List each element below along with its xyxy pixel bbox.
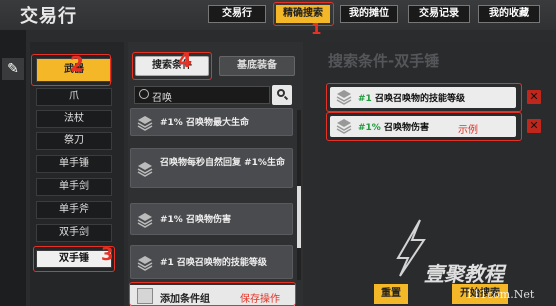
annotation-number-3: 3 [101,244,114,265]
result-item[interactable]: #1% 召唤物最大生命 [130,108,293,136]
search-input-value: 召唤 [152,93,172,104]
stack-icon [137,255,153,271]
watermark-url: 111com.Net [466,288,535,301]
delete-condition-button[interactable]: ✕ [527,90,541,104]
window-title: 交易行 [20,6,77,27]
annotation-number-4: 4 [178,48,192,72]
result-item-text: #1 召唤召唤物的技能等级 [160,258,267,268]
watermark-brand: 壹聚教程 [424,262,504,286]
result-item[interactable]: #1% 召唤物伤害 [130,203,293,235]
category-one-hand-axe[interactable]: 单手斧 [36,201,112,219]
tab-trade-records[interactable]: 交易记录 [408,5,470,23]
scrollbar-thumb[interactable] [297,186,301,248]
close-icon: ✕ [529,119,539,132]
conditions-panel-title: 搜索条件-双手锤 [328,52,440,70]
category-ritual-knife[interactable]: 祭刀 [36,132,112,150]
category-one-hand-sword[interactable]: 单手剑 [36,178,112,196]
category-claw[interactable]: 爪 [36,88,112,106]
result-item-text: 召唤物每秒自然回复 #1%生命 [160,158,285,168]
annotation-number-1: 1 [311,20,322,38]
annotation-frame-search-conditions [132,52,212,80]
stack-icon [137,161,153,177]
category-staff[interactable]: 法杖 [36,110,112,128]
search-button[interactable] [272,85,292,105]
result-item-text: #1% 召唤物最大生命 [160,118,249,128]
result-item-text: #1% 召唤物伤害 [160,215,231,225]
tab-my-favorites[interactable]: 我的收藏 [478,5,540,23]
annotation-frame-condition-2 [326,112,522,141]
reset-button[interactable]: 重置 [374,284,408,304]
stack-icon [137,115,153,131]
search-icon [139,89,149,99]
result-item[interactable]: 召唤物每秒自然回复 #1%生命 [130,148,293,188]
pencil-icon[interactable]: ✎ [2,58,24,80]
annotation-frame-add-group [129,282,296,306]
tab-my-stall[interactable]: 我的摊位 [340,5,398,23]
result-item[interactable]: #1 召唤召唤物的技能等级 [130,245,293,279]
delete-condition-button[interactable]: ✕ [527,119,541,133]
tab-trading[interactable]: 交易行 [208,5,266,23]
category-two-hand-sword[interactable]: 双手剑 [36,224,112,242]
close-icon: ✕ [529,90,539,103]
category-one-hand-hammer[interactable]: 单手锤 [36,155,112,173]
annotation-number-2: 2 [70,52,84,76]
annotation-frame-condition-1 [326,83,522,112]
base-equipment-button[interactable]: 基底装备 [219,56,295,76]
annotation-frame-tab [273,2,334,26]
stack-icon [137,212,153,228]
